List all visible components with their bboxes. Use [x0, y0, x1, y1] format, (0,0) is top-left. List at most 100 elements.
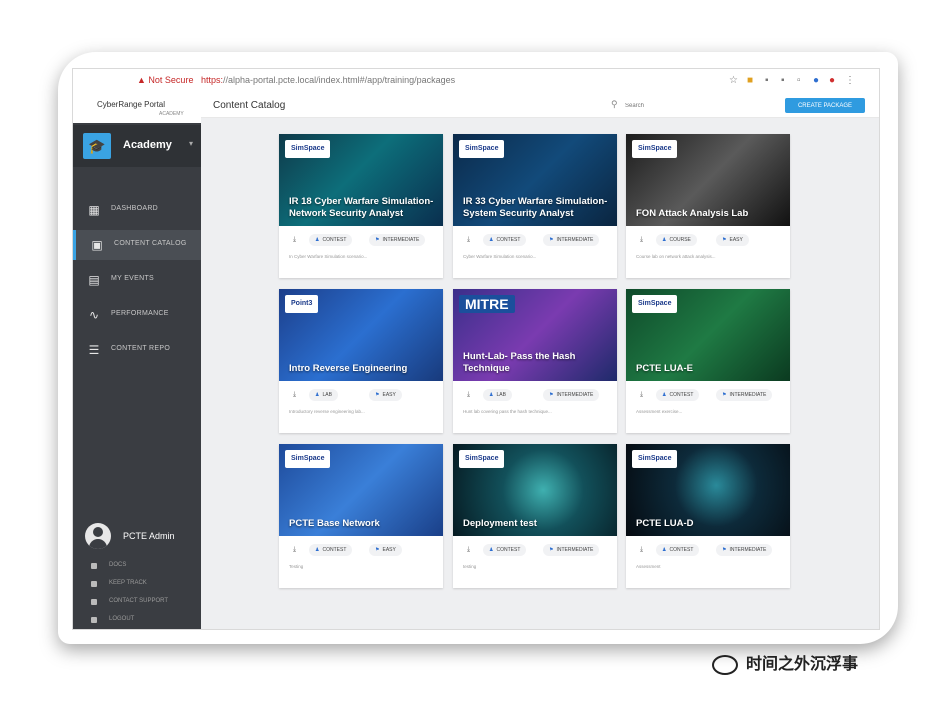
difficulty-pill: ⚑ EASY	[369, 544, 402, 556]
difficulty-pill: ⚑ EASY	[716, 234, 749, 246]
download-icon[interactable]: ⤓	[467, 546, 470, 554]
catalog-card[interactable]: MITRE Hunt-Lab- Pass the Hash Technique ⤓ ♟…	[453, 289, 617, 433]
watermark: 时间之外沉浮事	[712, 650, 858, 675]
card-thumbnail[interactable]: MITRE Hunt-Lab- Pass the Hash Technique	[453, 289, 617, 381]
user-link-logout[interactable]: LOGOUT	[91, 615, 201, 627]
browser-window: ▲ Not Secure https://alpha-portal.pcte.l…	[72, 68, 880, 630]
user-link-label: KEEP TRACK	[109, 580, 147, 586]
catalog-card[interactable]: SimSpace Deployment test ⤓ ♟ CONTEST ⚑ INTERME…	[453, 444, 617, 588]
card-title: PCTE LUA-D	[636, 518, 694, 529]
extension-icon[interactable]: ●	[829, 75, 835, 86]
catalog-card[interactable]: SimSpace PCTE LUA-E ⤓ ♟ CONTEST ⚑ INTERMEDIATE…	[626, 289, 790, 433]
sidebar-item-dashboard[interactable]: ▦ DASHBOARD	[73, 195, 201, 225]
browser-menu-icon[interactable]: ⋮	[845, 75, 855, 86]
card-meta: ⤓ ♟ LAB ⚑ INTERMEDIATE	[453, 389, 617, 403]
brand-title: CyberRange Portal	[97, 100, 166, 109]
user-link-label: LOGOUT	[109, 616, 135, 622]
catalog-card[interactable]: SimSpace FON Attack Analysis Lab ⤓ ♟ COURSE ⚑…	[626, 134, 790, 278]
download-icon[interactable]: ⤓	[467, 391, 470, 399]
card-description: Assessment exercise...	[636, 409, 683, 414]
brand-subtitle: ACADEMY	[159, 111, 184, 117]
academy-label: Academy	[123, 139, 172, 151]
screenshot-frame: ▲ Not Secure https://alpha-portal.pcte.l…	[58, 52, 898, 644]
extension-icon[interactable]: ■	[747, 75, 753, 86]
card-thumbnail[interactable]: SimSpace Deployment test	[453, 444, 617, 536]
trend-icon: ∿	[88, 308, 100, 322]
search-input[interactable]	[623, 99, 747, 113]
academy-switcher[interactable]: 🎓 Academy ▾	[73, 125, 201, 167]
download-icon[interactable]: ⤓	[467, 236, 470, 244]
card-thumbnail[interactable]: SimSpace IR 33 Cyber Warfare Simulation- …	[453, 134, 617, 226]
extension-icon[interactable]: ▫	[797, 75, 801, 86]
catalog-card[interactable]: SimSpace PCTE Base Network ⤓ ♟ CONTEST ⚑ EASY T…	[279, 444, 443, 588]
catalog-card[interactable]: SimSpace PCTE LUA-D ⤓ ♟ CONTEST ⚑ INTERMEDIATE…	[626, 444, 790, 588]
not-secure-indicator[interactable]: ▲ Not Secure	[137, 75, 193, 85]
difficulty-pill: ⚑ INTERMEDIATE	[543, 389, 600, 401]
search-box[interactable]: ⚲	[611, 99, 761, 113]
card-thumbnail[interactable]: SimSpace FON Attack Analysis Lab	[626, 134, 790, 226]
download-icon[interactable]: ⤓	[640, 236, 643, 244]
type-pill: ♟ CONTEST	[656, 389, 700, 401]
vendor-logo: SimSpace	[632, 450, 678, 468]
url-text[interactable]: https://alpha-portal.pcte.local/index.ht…	[201, 75, 455, 85]
catalog-card[interactable]: Point3 Intro Reverse Engineering ⤓ ♟ LAB ⚑ EAS…	[279, 289, 443, 433]
sidebar: CyberRange Portal ACADEMY 🎓 Academy ▾ ▦ D…	[73, 95, 204, 629]
graduation-cap-icon: 🎓	[83, 133, 111, 159]
difficulty-pill: ⚑ EASY	[369, 389, 402, 401]
card-description: Cyber Warfare Simulation scenario...	[463, 254, 537, 259]
card-description: Testing	[289, 564, 304, 569]
user-link-keep-track[interactable]: KEEP TRACK	[91, 579, 201, 591]
sidebar-item-my-events[interactable]: ▤ MY EVENTS	[73, 265, 201, 295]
type-pill: ♟ CONTEST	[656, 544, 700, 556]
vendor-logo: SimSpace	[285, 140, 331, 158]
vendor-logo: SimSpace	[632, 140, 678, 158]
browser-address-bar[interactable]: ▲ Not Secure https://alpha-portal.pcte.l…	[73, 69, 879, 96]
card-thumbnail[interactable]: SimSpace IR 18 Cyber Warfare Simulation- …	[279, 134, 443, 226]
type-pill: ♟ CONTEST	[309, 234, 353, 246]
sidebar-item-content-catalog[interactable]: ▣ CONTENT CATALOG	[73, 230, 204, 260]
download-icon[interactable]: ⤓	[293, 391, 296, 399]
card-thumbnail[interactable]: Point3 Intro Reverse Engineering	[279, 289, 443, 381]
sidebar-item-content-repo[interactable]: ☰ CONTENT REPO	[73, 335, 201, 365]
link-icon	[91, 617, 97, 623]
extension-icon[interactable]: ▪	[781, 75, 785, 86]
avatar	[85, 523, 111, 549]
vendor-logo: SimSpace	[632, 295, 678, 313]
sidebar-item-label: DASHBOARD	[111, 205, 159, 212]
catalog-card[interactable]: SimSpace IR 33 Cyber Warfare Simulation- …	[453, 134, 617, 278]
download-icon[interactable]: ⤓	[293, 236, 296, 244]
card-title: IR 18 Cyber Warfare Simulation- Network …	[289, 196, 434, 219]
card-thumbnail[interactable]: SimSpace PCTE Base Network	[279, 444, 443, 536]
brand-logo[interactable]: CyberRange Portal ACADEMY	[73, 95, 201, 123]
user-link-label: CONTACT SUPPORT	[109, 598, 169, 604]
vendor-logo: SimSpace	[459, 450, 505, 468]
card-thumbnail[interactable]: SimSpace PCTE LUA-E	[626, 289, 790, 381]
user-link-label: DOCS	[109, 562, 127, 568]
difficulty-pill: ⚑ INTERMEDIATE	[543, 544, 600, 556]
sidebar-item-label: MY EVENTS	[111, 275, 155, 282]
card-meta: ⤓ ♟ COURSE ⚑ EASY	[626, 234, 790, 248]
extension-icon[interactable]: ●	[813, 75, 819, 86]
download-icon[interactable]: ⤓	[293, 546, 296, 554]
link-icon	[91, 563, 97, 569]
type-pill: ♟ LAB	[309, 389, 338, 401]
download-icon[interactable]: ⤓	[640, 391, 643, 399]
card-title: PCTE Base Network	[289, 518, 380, 529]
sidebar-item-label: CONTENT REPO	[111, 345, 171, 352]
download-icon[interactable]: ⤓	[640, 546, 643, 554]
type-pill: ♟ CONTEST	[309, 544, 353, 556]
type-pill: ♟ CONTEST	[483, 234, 527, 246]
user-name: PCTE Admin	[123, 531, 175, 541]
card-description: Course lab on network attack analysis...	[636, 254, 716, 259]
card-thumbnail[interactable]: SimSpace PCTE LUA-D	[626, 444, 790, 536]
star-icon[interactable]: ☆	[729, 75, 738, 86]
sidebar-item-performance[interactable]: ∿ PERFORMANCE	[73, 300, 201, 330]
page-title: Content Catalog	[213, 100, 286, 111]
card-meta: ⤓ ♟ CONTEST ⚑ INTERMEDIATE	[453, 234, 617, 248]
user-link-docs[interactable]: DOCS	[91, 561, 201, 573]
create-package-button[interactable]: CREATE PACKAGE	[785, 98, 865, 113]
user-link-contact-support[interactable]: CONTACT SUPPORT	[91, 597, 201, 609]
extension-icon[interactable]: ▪	[765, 75, 769, 86]
catalog-card[interactable]: SimSpace IR 18 Cyber Warfare Simulation- …	[279, 134, 443, 278]
card-meta: ⤓ ♟ CONTEST ⚑ INTERMEDIATE	[453, 544, 617, 558]
